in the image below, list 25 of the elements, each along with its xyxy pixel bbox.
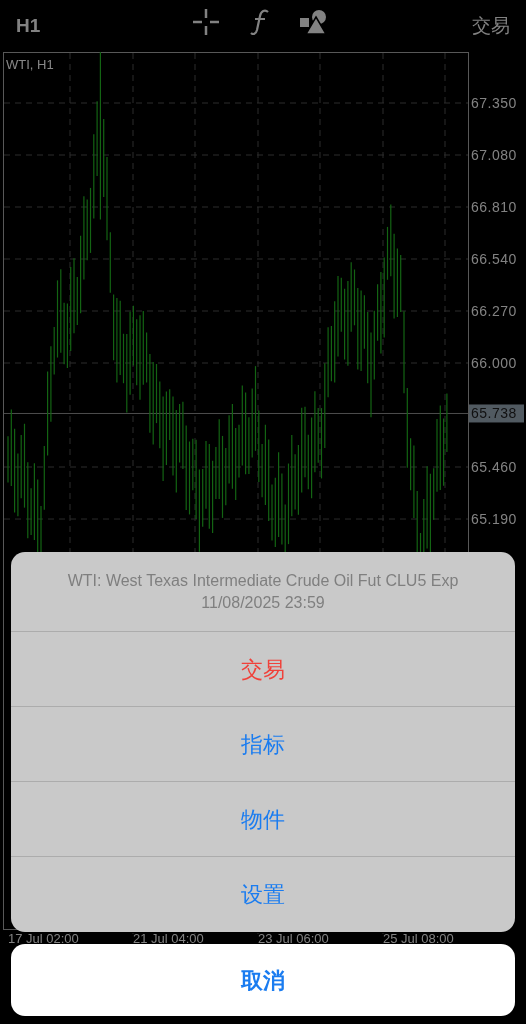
- sheet-title: WTI: West Texas Intermediate Crude Oil Fut CLU5 Exp 11/08/2025 23:59: [66, 570, 460, 613]
- current-price-label: 65.738: [469, 404, 524, 423]
- time-label: 25 Jul 08:00: [383, 931, 454, 946]
- price-label: 65.190: [471, 511, 517, 527]
- function-icon[interactable]: [250, 9, 270, 35]
- price-label: 67.080: [471, 147, 517, 163]
- price-label: 66.810: [471, 199, 517, 215]
- price-label: 66.270: [471, 303, 517, 319]
- trade-link[interactable]: 交易: [472, 11, 510, 41]
- price-label: 65.460: [471, 459, 517, 475]
- time-label: 23 Jul 06:00: [258, 931, 329, 946]
- time-label: 21 Jul 04:00: [133, 931, 204, 946]
- sheet-option[interactable]: 指标: [11, 707, 515, 782]
- price-label: 66.000: [471, 355, 517, 371]
- sheet-option[interactable]: 物件: [11, 782, 515, 857]
- sheet-option[interactable]: 设置: [11, 857, 515, 932]
- time-label: 17 Jul 02:00: [8, 931, 79, 946]
- price-label: 67.350: [471, 95, 517, 111]
- shapes-icon[interactable]: [300, 9, 328, 35]
- crosshair-icon[interactable]: [192, 8, 220, 36]
- cancel-button[interactable]: 取消: [11, 944, 515, 1016]
- sheet-option[interactable]: 交易: [11, 632, 515, 707]
- timeframe-button[interactable]: H1: [16, 11, 41, 41]
- price-label: 66.540: [471, 251, 517, 267]
- chart-title: WTI, H1: [6, 57, 54, 72]
